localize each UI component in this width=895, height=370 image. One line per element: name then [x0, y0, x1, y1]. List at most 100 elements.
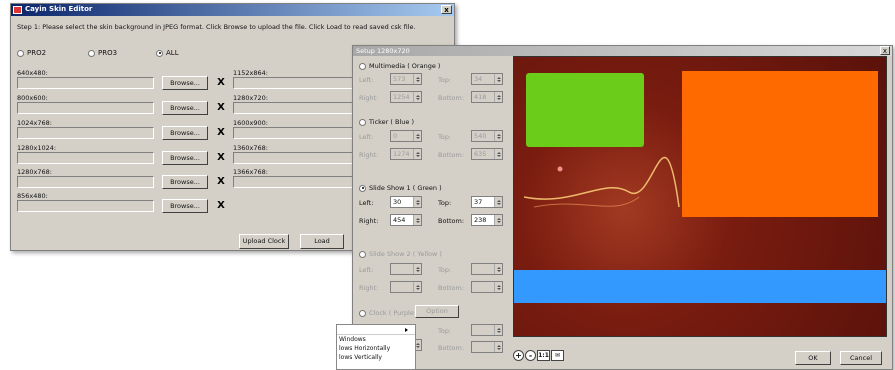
radio-circle[interactable]: [359, 309, 366, 317]
cancel-button[interactable]: Cancel: [840, 351, 882, 365]
zoom-in-icon[interactable]: +: [513, 350, 524, 361]
spinner-arrows-icon[interactable]: [413, 131, 421, 141]
radio-circle[interactable]: [359, 118, 366, 126]
file-path-field[interactable]: [17, 102, 154, 114]
top-spinner[interactable]: [471, 324, 503, 336]
menu-item-windows[interactable]: Windows: [337, 335, 415, 344]
multimedia-region[interactable]: [682, 71, 878, 217]
browse-button[interactable]: Browse...: [162, 76, 208, 90]
spinner-arrows-icon[interactable]: [413, 149, 421, 159]
browse-button[interactable]: Browse...: [162, 175, 208, 189]
close-button[interactable]: x: [441, 5, 452, 14]
submenu-arrow-icon[interactable]: [337, 325, 415, 335]
browse-button[interactable]: Browse...: [162, 151, 208, 165]
spinner-arrows-icon[interactable]: [494, 197, 502, 207]
radio-all[interactable]: ALL: [156, 49, 179, 57]
layout-preview-canvas[interactable]: [513, 56, 887, 337]
step-instruction: Step 1: Please select the skin backgroun…: [17, 23, 416, 31]
file-path-field[interactable]: [17, 176, 154, 188]
menu-item-tile-horizontally[interactable]: lows Horizontally: [337, 344, 415, 353]
left-spinner[interactable]: 30: [390, 196, 422, 208]
spinner-arrows-icon[interactable]: [413, 92, 421, 102]
fit-window-icon[interactable]: ✉: [551, 350, 564, 361]
section-slideshow-1[interactable]: Slide Show 1 ( Green ): [359, 184, 442, 192]
bottom-spinner[interactable]: 635: [471, 148, 503, 160]
upload-clock-button[interactable]: Upload Clock: [239, 234, 289, 249]
file-path-field[interactable]: [233, 176, 358, 188]
load-button[interactable]: Load: [300, 234, 344, 249]
spinner-arrows-icon[interactable]: [494, 342, 502, 352]
menu-item-tile-vertically[interactable]: lows Vertically: [337, 353, 415, 362]
top-spinner[interactable]: 540: [471, 130, 503, 142]
section-slideshow-2[interactable]: Slide Show 2 ( Yellow ): [359, 250, 442, 258]
file-path-field[interactable]: [233, 152, 358, 164]
spinner-arrows-icon[interactable]: [494, 74, 502, 84]
right-spinner[interactable]: 1274: [390, 148, 422, 160]
bottom-spinner[interactable]: 238: [471, 214, 503, 226]
ok-button[interactable]: OK: [795, 351, 831, 365]
spinner-arrows-icon[interactable]: [494, 92, 502, 102]
remove-button[interactable]: X: [214, 77, 228, 90]
section-ticker[interactable]: Ticker ( Blue ): [359, 118, 414, 126]
file-path-field[interactable]: [17, 152, 154, 164]
radio-circle-selected[interactable]: [156, 49, 163, 57]
spinner-arrows-icon[interactable]: [413, 197, 421, 207]
spinner-arrows-icon[interactable]: [413, 282, 421, 292]
file-path-field[interactable]: [233, 102, 358, 114]
remove-button[interactable]: X: [214, 176, 228, 189]
spinner-arrows-icon[interactable]: [494, 325, 502, 335]
right-spinner[interactable]: [390, 281, 422, 293]
browse-button[interactable]: Browse...: [162, 101, 208, 115]
spinner-arrows-icon[interactable]: [413, 264, 421, 274]
top-label: Top:: [438, 133, 452, 141]
remove-button[interactable]: X: [214, 102, 228, 115]
radio-circle[interactable]: [17, 49, 24, 57]
left-spinner[interactable]: 0: [390, 130, 422, 142]
spinner-arrows-icon[interactable]: [494, 149, 502, 159]
remove-button[interactable]: X: [214, 200, 228, 213]
radio-pro3[interactable]: PRO3: [88, 49, 117, 57]
setup-titlebar: Setup 1280x720 x: [353, 46, 892, 56]
section-clock[interactable]: Clock ( Purple ): [359, 309, 418, 317]
top-spinner[interactable]: [471, 263, 503, 275]
file-path-field[interactable]: [233, 77, 358, 89]
section-multimedia[interactable]: Multimedia ( Orange ): [359, 62, 440, 70]
radio-pro2[interactable]: PRO2: [17, 49, 46, 57]
right-label: Right:: [359, 94, 379, 102]
left-spinner[interactable]: [390, 263, 422, 275]
browse-button[interactable]: Browse...: [162, 126, 208, 140]
file-path-field[interactable]: [233, 127, 358, 139]
right-spinner[interactable]: 1254: [390, 91, 422, 103]
radio-circle-selected[interactable]: [359, 184, 366, 192]
top-spinner[interactable]: 37: [471, 196, 503, 208]
spinner-arrows-icon[interactable]: [494, 131, 502, 141]
clock-option-button[interactable]: Option: [415, 305, 459, 318]
ticker-region[interactable]: [514, 270, 886, 303]
top-spinner[interactable]: 34: [471, 73, 503, 85]
spinner-arrows-icon[interactable]: [494, 215, 502, 225]
left-spinner[interactable]: 573: [390, 73, 422, 85]
radio-circle[interactable]: [359, 250, 366, 258]
close-button[interactable]: x: [880, 46, 890, 55]
bottom-spinner[interactable]: [471, 341, 503, 353]
radio-circle[interactable]: [359, 62, 366, 70]
zoom-out-icon[interactable]: -: [525, 350, 536, 361]
file-path-field[interactable]: [17, 77, 154, 89]
remove-button[interactable]: X: [214, 127, 228, 140]
radio-circle[interactable]: [88, 49, 95, 57]
file-path-field[interactable]: [17, 200, 154, 212]
bottom-spinner[interactable]: [471, 281, 503, 293]
file-path-field[interactable]: [17, 127, 154, 139]
spinner-arrows-icon[interactable]: [413, 215, 421, 225]
section-label: Slide Show 2 ( Yellow ): [369, 250, 442, 258]
actual-size-icon[interactable]: 1:1: [537, 350, 550, 361]
browse-button[interactable]: Browse...: [162, 199, 208, 213]
remove-button[interactable]: X: [214, 152, 228, 165]
right-spinner[interactable]: 454: [390, 214, 422, 226]
slideshow-1-region[interactable]: [526, 73, 644, 147]
spinner-arrows-icon[interactable]: [494, 264, 502, 274]
bottom-spinner[interactable]: 418: [471, 91, 503, 103]
spinner-arrows-icon[interactable]: [413, 74, 421, 84]
spinner-arrows-icon[interactable]: [494, 282, 502, 292]
slot-label: 1366x768:: [233, 168, 268, 176]
